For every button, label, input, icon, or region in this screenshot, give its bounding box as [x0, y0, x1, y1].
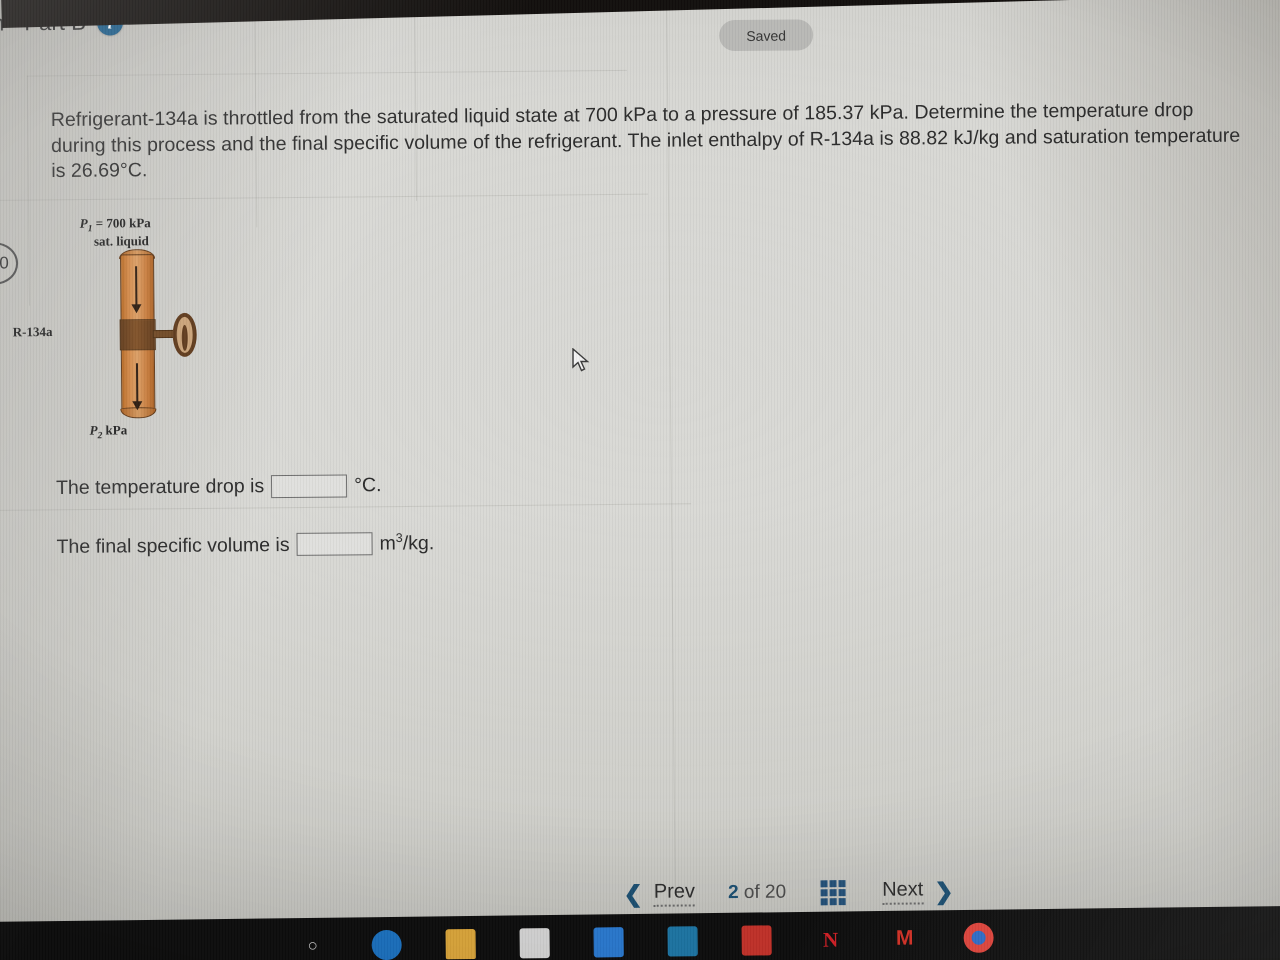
- question-prompt: Refrigerant-134a is throttled from the s…: [50, 99, 1241, 183]
- excel-icon[interactable]: [741, 925, 772, 956]
- onedrive-icon[interactable]: [593, 927, 624, 958]
- score-chip: 0: [0, 242, 19, 285]
- search-icon[interactable]: ○: [297, 931, 327, 960]
- valve-body: [119, 319, 156, 351]
- outlet-flow-down-arrow-icon: [135, 363, 139, 403]
- specific-volume-input[interactable]: [296, 531, 373, 556]
- teams-icon[interactable]: [667, 926, 698, 957]
- gmail-icon[interactable]: M: [889, 924, 919, 954]
- figure-label-state: sat. liquid: [93, 233, 149, 249]
- temperature-drop-input[interactable]: [271, 474, 348, 499]
- chevron-right-icon[interactable]: ❯: [934, 878, 954, 904]
- answer-label-temperature-drop: The temperature drop is: [55, 475, 265, 499]
- mouse-pointer-arrow-icon: [572, 347, 592, 379]
- edge-browser-icon[interactable]: [371, 929, 402, 960]
- answer-label-specific-volume: The final specific volume is: [56, 533, 290, 558]
- prev-question-button[interactable]: Prev: [653, 880, 696, 907]
- answer-row: The final specific volume is m3/kg.: [56, 531, 434, 559]
- answer-unit-celsius: °C.: [354, 474, 382, 497]
- answer-unit-cubic-meter-per-kg: m3/kg.: [379, 530, 435, 555]
- chrome-icon[interactable]: [963, 922, 994, 953]
- file-explorer-icon[interactable]: [445, 928, 476, 960]
- question-navigation: ❮ Prev 2 of 20 Next ❯: [623, 878, 954, 907]
- grid-nine-squares-icon[interactable]: [820, 879, 846, 905]
- figure-label-fluid: R-134a: [12, 324, 53, 340]
- monitor-photo: m - Part B i Saved 0 Refrigerant-134a is…: [0, 0, 1280, 960]
- netflix-icon[interactable]: N: [815, 924, 845, 954]
- next-question-button[interactable]: Next: [882, 878, 924, 905]
- page-content: m - Part B i Saved 0 Refrigerant-134a is…: [0, 0, 1280, 960]
- valve-handwheel-icon: [172, 312, 197, 357]
- page-counter: 2 of 20: [727, 881, 787, 904]
- figure-label-p2: P2 kPa: [89, 422, 128, 442]
- microsoft-store-icon[interactable]: [519, 928, 550, 959]
- inlet-flow-down-arrow-icon: [135, 266, 138, 306]
- answer-row: The temperature drop is °C.: [56, 474, 382, 500]
- chevron-left-icon[interactable]: ❮: [623, 880, 643, 906]
- status-badge: Saved: [718, 19, 814, 52]
- throttling-valve-diagram: P1 = 700 kPa sat. liquid R-134a P2 kPa: [13, 211, 224, 447]
- figure-label-p1: P1 = 700 kPa: [79, 215, 151, 235]
